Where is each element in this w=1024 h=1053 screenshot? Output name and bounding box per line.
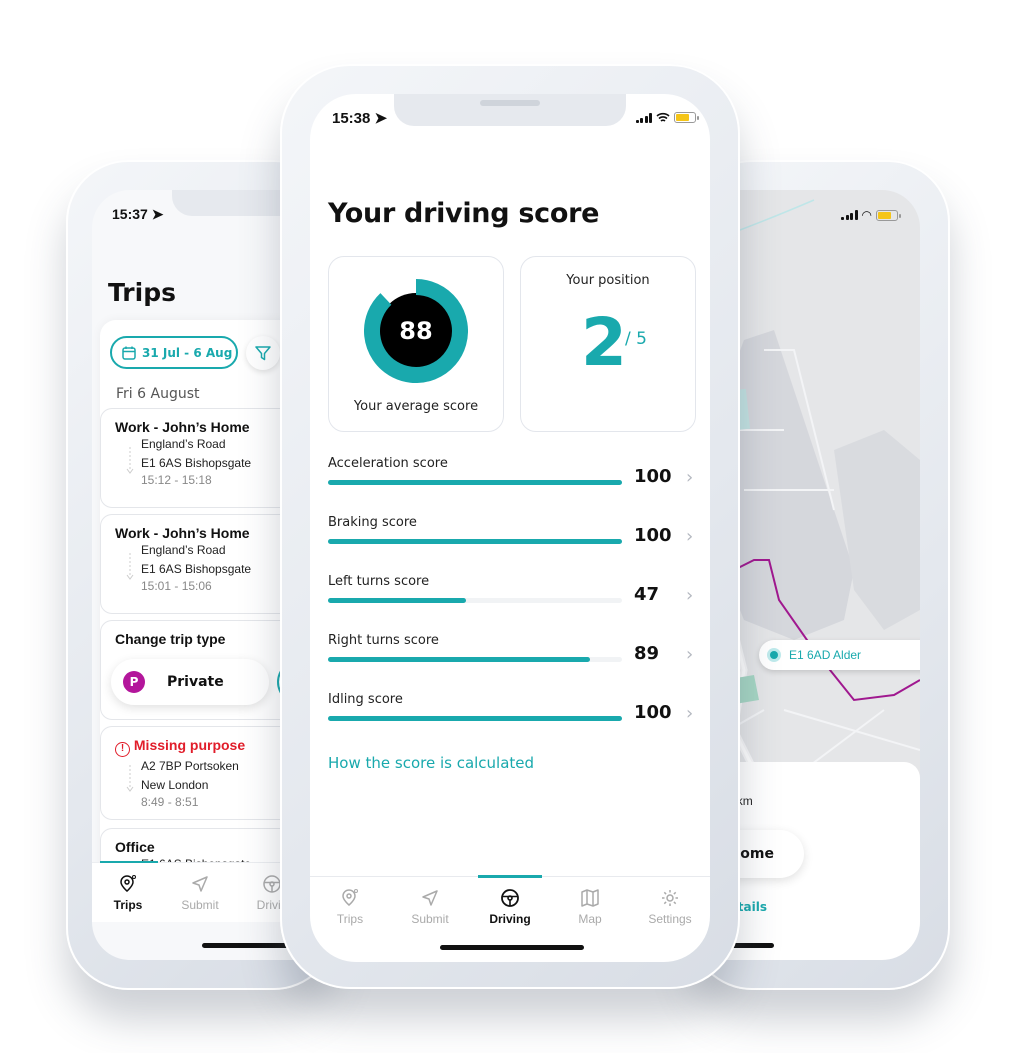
- score-value: 47: [634, 584, 660, 605]
- map-pin-icon: [120, 874, 136, 892]
- score-value: 100: [634, 466, 672, 487]
- speaker: [480, 100, 540, 106]
- app-showcase: 15:37 ➤ Trips 31 Jul - 6 Aug Fri 6 Augus…: [0, 0, 1024, 1053]
- nav-tab-submit[interactable]: Submit: [164, 863, 236, 922]
- route-arrow-icon: [126, 447, 134, 474]
- score-label: Right turns score: [328, 633, 439, 648]
- status-icons: [635, 112, 699, 123]
- how-score-calculated-link[interactable]: How the score is calculated: [328, 754, 534, 772]
- filter-icon: [255, 346, 271, 361]
- page-title: Your driving score: [328, 198, 600, 229]
- status-time: 15:37 ➤: [112, 206, 164, 222]
- nav-tab-trips[interactable]: Trips: [310, 877, 390, 936]
- score-label: Idling score: [328, 692, 403, 707]
- location-label: E1 6AD Alder: [789, 648, 862, 662]
- score-row-left-turns[interactable]: Left turns score 47 ›: [328, 574, 704, 624]
- phone-driving: 15:38 ➤ Your driving score 88 Your avera…: [280, 64, 740, 989]
- steering-wheel-icon: [263, 874, 281, 893]
- map-pin-icon: [342, 888, 358, 906]
- map-icon: [581, 888, 599, 907]
- notch: [394, 94, 626, 126]
- score-label: Braking score: [328, 515, 417, 530]
- position-total: / 5: [625, 329, 647, 349]
- route-arrow-icon: [126, 765, 134, 792]
- score-bar-fill: [328, 716, 622, 721]
- home-indicator: [440, 945, 584, 950]
- wifi-icon: ◠: [861, 208, 872, 222]
- steering-wheel-icon: [501, 888, 519, 907]
- score-row-right-turns[interactable]: Right turns score 89 ›: [328, 633, 704, 683]
- score-value: 89: [634, 643, 660, 664]
- nav-tab-settings[interactable]: Settings: [630, 877, 710, 936]
- status-time: 15:38 ➤: [332, 110, 388, 127]
- location-dot-icon: [767, 648, 781, 662]
- date-range-label: 31 Jul - 6 Aug: [142, 345, 233, 360]
- status-icons: ◠: [841, 208, 901, 222]
- location-pill[interactable]: E1 6AD Alder: [759, 640, 920, 670]
- chevron-right-icon: ›: [686, 644, 694, 665]
- score-bar: [328, 716, 622, 721]
- score-bar-fill: [328, 657, 590, 662]
- battery-icon: [876, 209, 901, 221]
- score-bar-fill: [328, 539, 622, 544]
- page-title: Trips: [108, 278, 176, 307]
- signal-icon: [841, 210, 858, 220]
- position-card: Your position 2 / 5: [520, 256, 696, 432]
- calendar-icon: [122, 346, 136, 360]
- position-value: 2: [581, 304, 627, 381]
- driving-score-screen: 15:38 ➤ Your driving score 88 Your avera…: [310, 94, 710, 962]
- average-score-gauge: 88: [364, 279, 468, 387]
- nav-tab-map[interactable]: Map: [550, 877, 630, 936]
- route-arrow-icon: [126, 553, 134, 580]
- warning-icon: !: [115, 742, 130, 757]
- send-icon: [422, 889, 438, 906]
- score-bar: [328, 539, 622, 544]
- private-option-button[interactable]: P Private: [111, 659, 269, 705]
- nav-tab-submit[interactable]: Submit: [390, 877, 470, 936]
- score-bar: [328, 480, 622, 485]
- filter-button[interactable]: [246, 336, 280, 370]
- nav-tab-trips[interactable]: Trips: [92, 863, 164, 922]
- chevron-right-icon: ›: [686, 526, 694, 547]
- chevron-right-icon: ›: [686, 467, 694, 488]
- signal-icon: [635, 112, 652, 123]
- chevron-right-icon: ›: [686, 585, 694, 606]
- nav-tab-driving[interactable]: Driving: [470, 875, 550, 936]
- private-option-label: Private: [167, 674, 224, 690]
- score-value: 100: [634, 525, 672, 546]
- bottom-nav: Trips Submit Driving Map Settings: [310, 875, 710, 936]
- average-score-card: 88 Your average score: [328, 256, 504, 432]
- date-range-button[interactable]: 31 Jul - 6 Aug: [110, 336, 238, 369]
- score-bar-fill: [328, 598, 467, 603]
- gear-icon: [662, 889, 678, 906]
- score-value: 100: [634, 702, 672, 723]
- chevron-right-icon: ›: [686, 703, 694, 724]
- score-label: Acceleration score: [328, 456, 448, 471]
- score-row-braking[interactable]: Braking score 100 ›: [328, 515, 704, 565]
- private-badge-icon: P: [123, 671, 145, 693]
- score-bar-fill: [328, 480, 622, 485]
- day-label: Fri 6 August: [116, 386, 200, 402]
- score-row-acceleration[interactable]: Acceleration score 100 ›: [328, 456, 704, 506]
- send-icon: [192, 875, 208, 892]
- score-label: Left turns score: [328, 574, 430, 589]
- score-bar: [328, 657, 622, 662]
- score-bar: [328, 598, 622, 603]
- active-tab-indicator: [100, 861, 158, 863]
- average-score-label: Your average score: [353, 399, 479, 414]
- score-row-idling[interactable]: Idling score 100 ›: [328, 692, 704, 742]
- wifi-icon: [656, 112, 670, 122]
- average-score-value: 88: [399, 317, 433, 345]
- battery-icon: [674, 112, 699, 123]
- position-label: Your position: [566, 273, 650, 288]
